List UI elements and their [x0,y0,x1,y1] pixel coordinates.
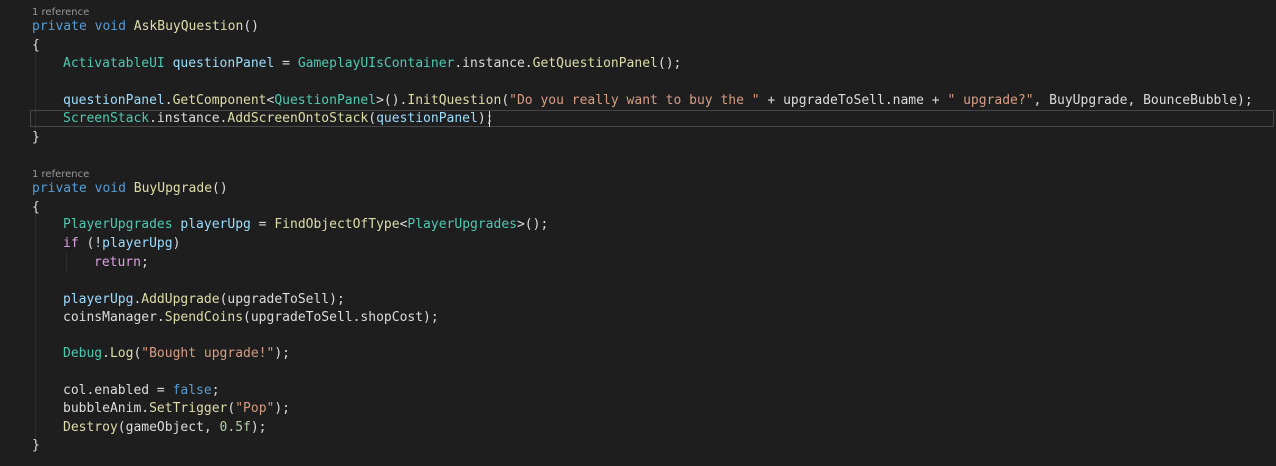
brace: } [32,438,40,453]
number-literal: 0.5f [219,420,251,435]
local-variable: questionPanel [63,93,165,108]
method-call[interactable]: FindObjectOfType [274,217,399,232]
local-variable: questionPanel [172,56,275,71]
code-line: questionPanel.GetComponent<QuestionPanel… [63,92,1253,110]
brace: { [32,38,40,53]
local-variable: playerUpg [180,217,251,232]
code-line: ActivatableUI questionPanel = GameplayUI… [63,55,681,73]
local-variable: playerUpg [63,292,134,307]
code-line: Debug.Log("Bought upgrade!"); [63,345,290,363]
string-literal: "Do you really want to buy the " [509,93,760,108]
method-call[interactable]: Log [110,346,133,361]
method-name[interactable]: AskBuyQuestion [134,19,244,34]
punctuation: ); [477,111,494,126]
expression: + upgradeToSell.name + [759,93,948,108]
type-name[interactable]: ScreenStack [63,111,149,126]
method-call[interactable]: Destroy [63,420,118,435]
method-call[interactable]: InitQuestion [407,93,501,108]
local-variable: questionPanel [376,111,478,126]
punctuation: . [156,310,165,325]
punctuation: . [164,93,173,108]
brace: } [32,130,40,145]
field: bubbleAnim [63,401,142,416]
punctuation: ( [368,111,377,126]
method-call[interactable]: SetTrigger [149,401,227,416]
field: coinsManager [63,310,157,325]
string-literal: "Bought upgrade!" [141,346,275,361]
keyword-return: return [94,255,141,270]
type-name[interactable]: GameplayUIsContainer [298,56,455,71]
indent-guide [66,253,67,271]
punctuation: ); [250,420,267,435]
type-name[interactable]: PlayerUpgrades [63,217,173,232]
operator: = [250,217,275,232]
code-line: bubbleAnim.SetTrigger("Pop"); [63,400,290,418]
punctuation: (); [657,56,682,71]
indent-guide [35,212,36,444]
method-call[interactable]: GetQuestionPanel [533,56,658,71]
brace: { [32,200,40,215]
keyword-private: private [32,181,87,196]
type-name[interactable]: Debug [63,346,102,361]
type-name[interactable]: QuestionPanel [274,93,376,108]
arguments: (gameObject, [117,420,220,435]
string-literal: "Pop" [235,401,275,416]
string-literal: " upgrade?" [947,93,1034,108]
punctuation: ); [274,401,291,416]
method-call[interactable]: AddUpgrade [141,292,219,307]
code-line: col.enabled = false; [63,382,220,400]
code-line: playerUpg.AddUpgrade(upgradeToSell); [63,291,345,309]
code-line: Destroy(gameObject, 0.5f); [63,419,267,437]
text-caret [489,111,490,127]
code-line: if (!playerUpg) [63,235,180,253]
keyword-private: private [32,19,87,34]
operator: = [274,56,298,71]
punctuation: . [102,346,110,361]
field: col.enabled = [63,383,173,398]
punctuation: ( [501,93,510,108]
punctuation: . [141,401,150,416]
open-brace: { [32,199,40,217]
member-access: .instance. [149,111,228,126]
keyword-void: void [94,19,126,34]
code-line-current[interactable]: ScreenStack.instance.AddScreenOntoStack(… [63,110,494,128]
punctuation: ; [140,255,149,270]
local-variable: playerUpg [102,236,173,251]
method-call[interactable]: SpendCoins [165,310,243,325]
open-brace: { [32,37,40,55]
method-signature: private void BuyUpgrade() [32,180,228,198]
code-line: coinsManager.SpendCoins(upgradeToSell.sh… [63,309,439,327]
punctuation: ; [211,383,220,398]
keyword-void: void [94,181,126,196]
method-signature: private void AskBuyQuestion() [32,18,259,36]
method-name[interactable]: BuyUpgrade [134,181,212,196]
code-line: return; [94,254,149,272]
code-editor[interactable]: 1 reference private void AskBuyQuestion(… [0,0,1276,466]
type-name[interactable]: ActivatableUI [63,56,165,71]
punctuation: >(); [516,217,549,232]
arguments: , BuyUpgrade, BounceBubble); [1033,93,1253,108]
type-name[interactable]: PlayerUpgrades [407,217,517,232]
code-line: PlayerUpgrades playerUpg = FindObjectOfT… [63,216,548,234]
keyword-if: if [63,236,79,251]
punctuation: ) [172,236,181,251]
close-brace: } [32,437,40,455]
close-brace: } [32,129,40,147]
params: () [243,19,259,34]
member-access: .instance. [454,56,533,71]
arguments: (upgradeToSell.shopCost); [243,310,439,325]
keyword-false: false [172,383,212,398]
punctuation: (! [78,236,103,251]
method-call[interactable]: GetComponent [173,93,267,108]
method-call[interactable]: AddScreenOntoStack [227,111,368,126]
punctuation: >(). [376,93,408,108]
punctuation: ); [274,346,290,361]
arguments: (upgradeToSell); [219,292,345,307]
params: () [212,181,228,196]
